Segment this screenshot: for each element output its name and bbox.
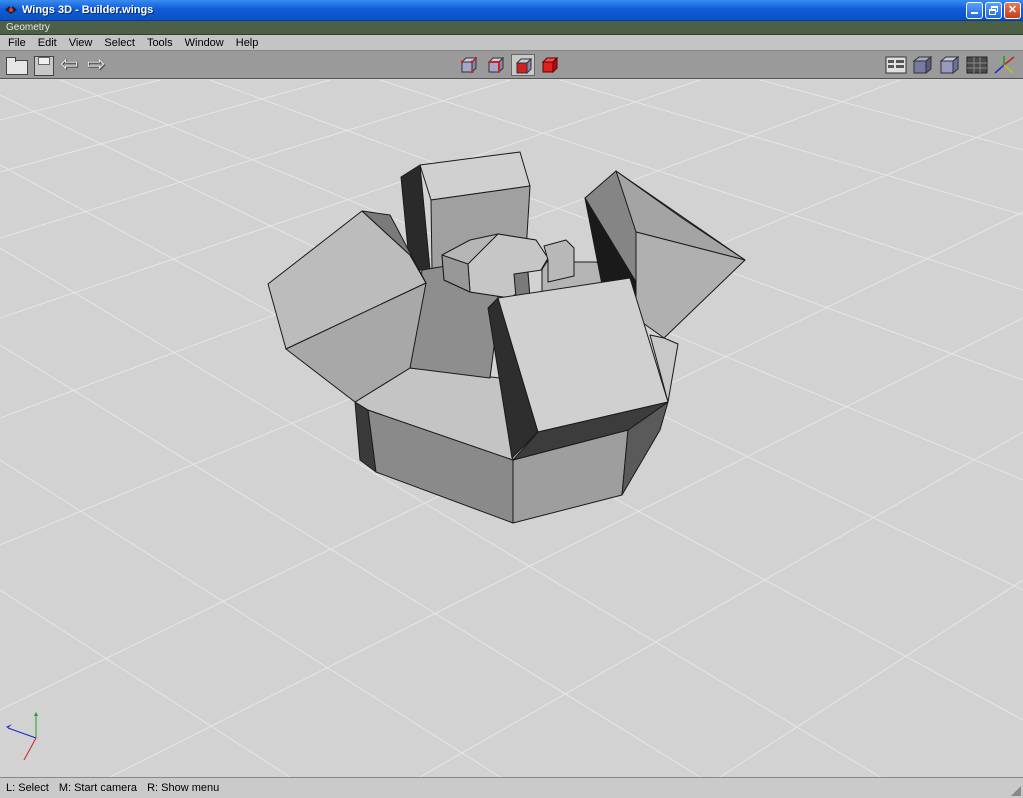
- toolbar: ⇦ ⇨: [0, 51, 1023, 79]
- title-bar[interactable]: Wings 3D - Builder.wings ✕: [0, 0, 1023, 21]
- body-select-icon[interactable]: [538, 54, 562, 76]
- smooth-shade-icon[interactable]: [912, 55, 934, 75]
- axis-gizmo: [6, 712, 38, 761]
- face-cube-icon: [516, 58, 532, 74]
- flat-shade-icon[interactable]: [939, 55, 961, 75]
- undo-arrow-icon[interactable]: ⇦: [60, 53, 80, 75]
- wireframe-toggle-icon[interactable]: [885, 55, 907, 75]
- restore-button[interactable]: [985, 2, 1002, 19]
- close-icon: ✕: [1007, 4, 1018, 16]
- status-middle-hint: M: Start camera: [58, 782, 138, 794]
- builder-mesh: [267, 151, 746, 524]
- vertex-cube-icon: [461, 57, 477, 73]
- menu-edit[interactable]: Edit: [32, 35, 63, 51]
- menu-window[interactable]: Window: [179, 35, 230, 51]
- minimize-button[interactable]: [966, 2, 983, 19]
- menu-select[interactable]: Select: [98, 35, 141, 51]
- edge-cube-icon: [488, 57, 504, 73]
- menu-tools[interactable]: Tools: [141, 35, 179, 51]
- wings-logo-icon: [4, 3, 18, 17]
- menu-bar: File Edit View Select Tools Window Help: [0, 35, 1023, 51]
- vertex-select-icon[interactable]: [457, 54, 481, 76]
- viewport-3d[interactable]: [0, 80, 1023, 777]
- close-button[interactable]: ✕: [1004, 2, 1021, 19]
- save-disk-icon[interactable]: [33, 55, 54, 76]
- body-cube-icon: [542, 57, 558, 73]
- status-bar: L: Select M: Start camera R: Show menu: [0, 777, 1023, 798]
- window-controls: ✕: [966, 2, 1021, 19]
- minimize-icon: [971, 12, 978, 14]
- open-folder-icon[interactable]: [6, 55, 28, 75]
- window-title: Wings 3D - Builder.wings: [22, 4, 154, 16]
- redo-arrow-icon[interactable]: ⇨: [87, 53, 107, 75]
- geometry-panel-title: Geometry: [0, 21, 1023, 35]
- axes-icon[interactable]: [993, 55, 1015, 75]
- scene-canvas: [0, 80, 1023, 777]
- status-right-hint: R: Show menu: [147, 782, 220, 794]
- resize-grip-icon[interactable]: [1011, 786, 1021, 796]
- ground-plane-icon[interactable]: [966, 55, 988, 75]
- edge-select-icon[interactable]: [484, 54, 508, 76]
- face-select-icon[interactable]: [511, 54, 535, 76]
- menu-view[interactable]: View: [63, 35, 99, 51]
- status-left-hint: L: Select: [6, 782, 49, 794]
- menu-help[interactable]: Help: [230, 35, 265, 51]
- menu-file[interactable]: File: [2, 35, 32, 51]
